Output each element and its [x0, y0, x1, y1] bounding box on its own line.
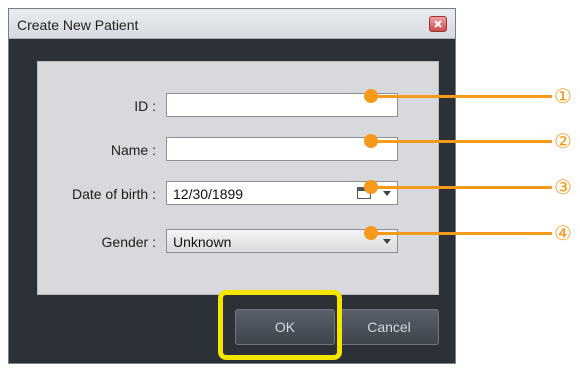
callout-number: ④ [554, 221, 572, 245]
dob-value: 12/30/1899 [173, 186, 244, 202]
cancel-button[interactable]: Cancel [339, 309, 439, 345]
callout-line [374, 232, 552, 235]
callout-line [374, 140, 552, 143]
ok-button-highlight [218, 290, 342, 360]
callout-line [374, 95, 552, 98]
callout-line [374, 186, 552, 189]
gender-label: Gender : [101, 234, 156, 250]
dialog-titlebar: Create New Patient [9, 9, 455, 39]
id-label: ID : [134, 98, 156, 114]
close-button[interactable] [429, 16, 447, 32]
close-icon [434, 20, 442, 28]
chevron-down-icon [383, 239, 391, 244]
chevron-down-icon[interactable] [383, 191, 391, 196]
callout-number: ② [554, 129, 572, 153]
name-label: Name : [110, 142, 156, 158]
dob-label: Date of birth : [71, 186, 156, 202]
dialog-title: Create New Patient [17, 17, 139, 33]
callout-number: ③ [554, 175, 572, 199]
callout-number: ① [554, 84, 572, 108]
gender-value: Unknown [173, 234, 232, 250]
